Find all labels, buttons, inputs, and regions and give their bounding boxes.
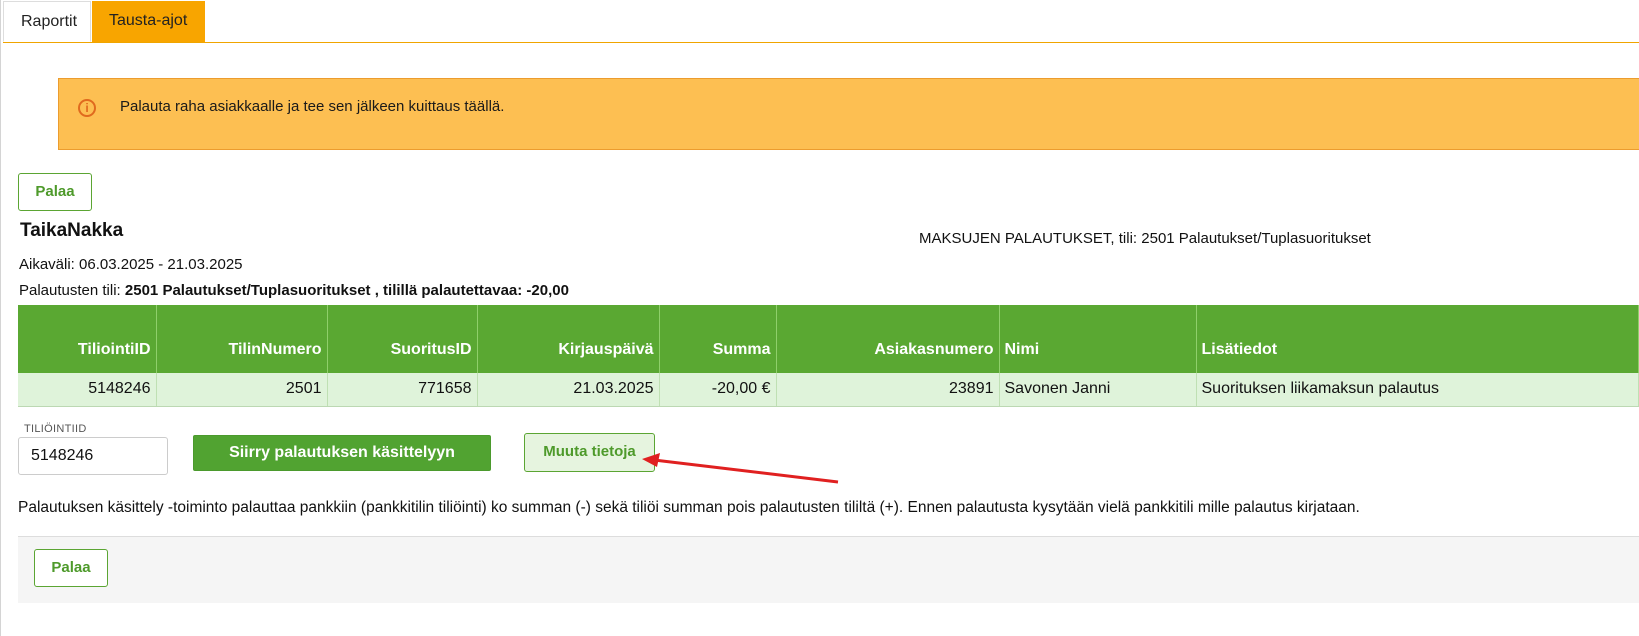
back-button-bottom[interactable]: Palaa xyxy=(34,549,108,587)
footer-bar: Palaa xyxy=(18,536,1639,603)
col-suoritusid[interactable]: SuoritusID xyxy=(327,305,478,373)
arrow-head xyxy=(642,453,660,467)
tab-bar: Raportit Tausta-ajot xyxy=(3,0,1639,43)
account-bold: 2501 Palautukset/Tuplasuoritukset , tili… xyxy=(124,282,569,299)
arrow-shaft xyxy=(653,458,839,484)
table-header-row: TiliointiID TilinNumero SuoritusID Kirja… xyxy=(18,305,1639,373)
cell-nimi: Savonen Janni xyxy=(999,373,1197,407)
process-refund-button[interactable]: Siirry palautuksen käsittelyyn xyxy=(193,435,491,471)
col-tilinnumero[interactable]: TilinNumero xyxy=(156,305,328,373)
cell-tilinnumero: 2501 xyxy=(156,373,328,407)
col-kirjauspaiva[interactable]: Kirjauspäivä xyxy=(477,305,660,373)
col-asiakasnumero[interactable]: Asiakasnumero xyxy=(776,305,1000,373)
table-row[interactable]: 5148246 2501 771658 21.03.2025 -20,00 € … xyxy=(18,373,1639,407)
cell-suoritusid: 771658 xyxy=(327,373,478,407)
col-lisatiedot[interactable]: Lisätiedot xyxy=(1196,305,1639,373)
report-title: MAKSUJEN PALAUTUKSET, tili: 2501 Palautu… xyxy=(919,230,1371,247)
tiliointiid-label: TILIÖINTIID xyxy=(24,423,87,435)
period-text: Aikaväli: 06.03.2025 - 21.03.2025 xyxy=(19,256,243,273)
alert-text: Palauta raha asiakkaalle ja tee sen jälk… xyxy=(120,98,505,115)
cell-summa: -20,00 € xyxy=(659,373,777,407)
info-alert: i Palauta raha asiakkaalle ja tee sen jä… xyxy=(58,78,1639,150)
cell-lisatiedot: Suorituksen liikamaksun palautus xyxy=(1196,373,1639,407)
cell-tiliointiid: 5148246 xyxy=(18,373,157,407)
tab-raportit[interactable]: Raportit xyxy=(3,1,91,42)
payments-table: TiliointiID TilinNumero SuoritusID Kirja… xyxy=(18,305,1639,407)
edit-details-button[interactable]: Muuta tietoja xyxy=(524,433,655,472)
tab-tausta-ajot[interactable]: Tausta-ajot xyxy=(92,1,205,42)
col-summa[interactable]: Summa xyxy=(659,305,777,373)
account-info: Palautusten tili: 2501 Palautukset/Tupla… xyxy=(19,282,569,299)
cell-asiakasnumero: 23891 xyxy=(776,373,1000,407)
tiliointiid-input[interactable] xyxy=(18,437,168,475)
cell-kirjauspaiva: 21.03.2025 xyxy=(477,373,660,407)
account-prefix: Palautusten tili: xyxy=(19,282,125,299)
description-text: Palautuksen käsittely -toiminto palautta… xyxy=(18,499,1360,516)
col-nimi[interactable]: Nimi xyxy=(999,305,1197,373)
back-button-top[interactable]: Palaa xyxy=(18,173,92,211)
company-name: TaikaNakka xyxy=(20,220,124,241)
annotation-arrow-icon xyxy=(642,453,839,484)
info-circle-icon: i xyxy=(78,99,96,117)
col-tiliointiid[interactable]: TiliointiID xyxy=(18,305,157,373)
